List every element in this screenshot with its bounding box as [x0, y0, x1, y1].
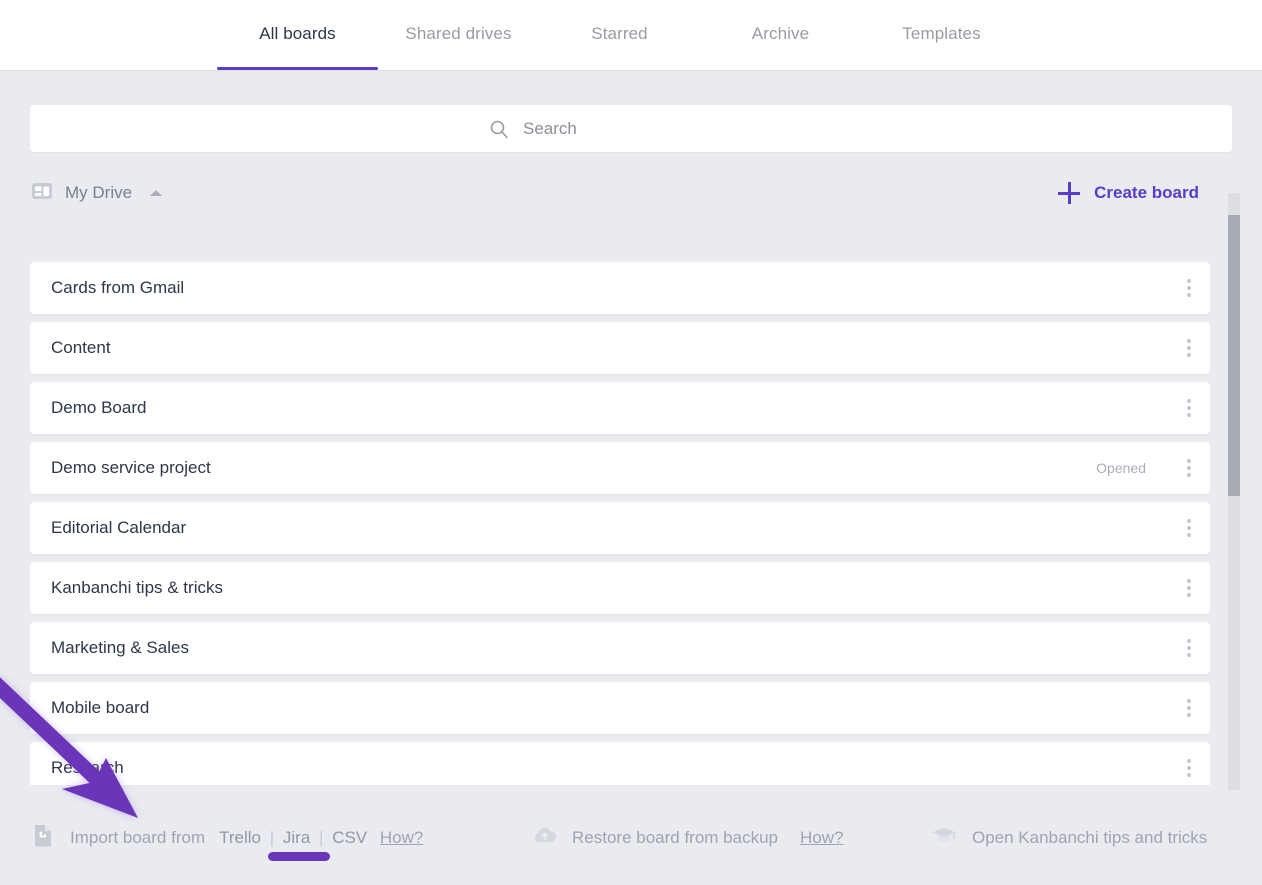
import-board-group: Import board from Trello | Jira | CSV Ho…	[30, 822, 423, 853]
board-menu-icon[interactable]	[1168, 382, 1210, 434]
board-grid-icon	[30, 179, 54, 208]
jira-highlight-underline	[268, 852, 330, 861]
board-name: Marketing & Sales	[51, 638, 189, 657]
table-row[interactable]: Demo service project Opened	[30, 442, 1210, 494]
tab-all-boards[interactable]: All boards	[217, 0, 378, 70]
drive-selector[interactable]: My Drive	[30, 179, 163, 208]
caret-up-icon[interactable]	[150, 190, 163, 196]
board-name: Editorial Calendar	[51, 518, 187, 537]
table-row[interactable]: Content	[30, 322, 1210, 374]
footer-bar: Import board from Trello | Jira | CSV Ho…	[0, 790, 1262, 885]
board-list: Cards from Gmail Content Demo Board Demo…	[30, 262, 1210, 785]
board-name: Demo service project	[51, 458, 211, 477]
tab-all-boards-label: All boards	[259, 24, 336, 43]
restore-board-group: Restore board from backup How?	[532, 822, 843, 853]
search-input[interactable]	[523, 118, 773, 139]
tab-bar: All boards Shared drives Starred Archive…	[0, 0, 1262, 71]
scrollbar-thumb[interactable]	[1228, 215, 1240, 496]
create-board-button[interactable]: Create board	[1058, 182, 1199, 204]
board-menu-icon[interactable]	[1168, 322, 1210, 374]
drive-header-row: My Drive Create board	[30, 175, 1232, 211]
import-separator-1: |	[269, 827, 275, 847]
import-sources: Trello | Jira | CSV How?	[219, 828, 423, 848]
table-row[interactable]: Kanbanchi tips & tricks	[30, 562, 1210, 614]
import-source-trello[interactable]: Trello	[219, 828, 261, 847]
board-name: Demo Board	[51, 398, 147, 417]
tab-shared-drives-label: Shared drives	[405, 24, 512, 43]
board-name: Research	[51, 758, 124, 777]
board-name: Kanbanchi tips & tricks	[51, 578, 223, 597]
import-separator-2: |	[319, 827, 324, 847]
tab-templates[interactable]: Templates	[861, 0, 1022, 70]
tab-archive-label: Archive	[751, 24, 810, 43]
board-menu-icon[interactable]	[1168, 262, 1210, 314]
board-name: Content	[51, 338, 111, 357]
table-row[interactable]: Research	[30, 742, 1210, 785]
scrollbar-track[interactable]	[1228, 193, 1240, 795]
tab-templates-label: Templates	[902, 24, 981, 43]
drive-label: My Drive	[65, 183, 133, 202]
tab-starred-label: Starred	[591, 24, 648, 43]
open-tips-label: Open Kanbanchi tips and tricks	[972, 827, 1208, 847]
import-file-icon	[30, 822, 56, 853]
board-status: Opened	[1096, 460, 1146, 476]
tab-archive[interactable]: Archive	[700, 0, 861, 70]
table-row[interactable]: Demo Board	[30, 382, 1210, 434]
restore-board-label: Restore board from backup	[572, 827, 778, 847]
graduation-cap-icon	[930, 822, 958, 853]
table-row[interactable]: Mobile board	[30, 682, 1210, 734]
tab-shared-drives[interactable]: Shared drives	[378, 0, 539, 70]
import-how-link[interactable]: How?	[380, 828, 423, 847]
restore-how-link[interactable]: How?	[800, 828, 843, 848]
tab-starred[interactable]: Starred	[539, 0, 700, 70]
board-name: Mobile board	[51, 698, 150, 717]
import-source-jira[interactable]: Jira	[283, 828, 310, 847]
board-menu-icon[interactable]	[1168, 622, 1210, 674]
plus-icon	[1058, 182, 1081, 204]
import-board-label: Import board from	[70, 827, 206, 847]
search-bar[interactable]	[30, 105, 1232, 152]
import-source-csv[interactable]: CSV	[332, 828, 367, 847]
search-icon	[489, 119, 509, 139]
table-row[interactable]: Marketing & Sales	[30, 622, 1210, 674]
create-board-label: Create board	[1094, 183, 1199, 202]
board-menu-icon[interactable]	[1168, 682, 1210, 734]
board-name: Cards from Gmail	[51, 278, 185, 297]
cloud-upload-icon	[532, 822, 558, 853]
board-menu-icon[interactable]	[1168, 442, 1210, 494]
board-menu-icon[interactable]	[1168, 502, 1210, 554]
board-menu-icon[interactable]	[1168, 562, 1210, 614]
table-row[interactable]: Cards from Gmail	[30, 262, 1210, 314]
open-tips-group[interactable]: Open Kanbanchi tips and tricks	[930, 822, 1207, 853]
board-menu-icon[interactable]	[1168, 742, 1210, 785]
table-row[interactable]: Editorial Calendar	[30, 502, 1210, 554]
